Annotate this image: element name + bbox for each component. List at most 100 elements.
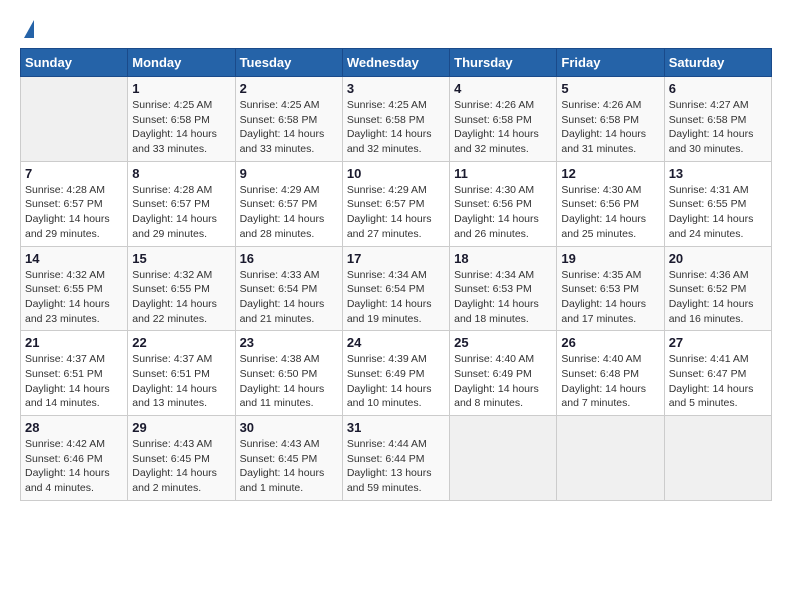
calendar-cell: 18Sunrise: 4:34 AM Sunset: 6:53 PM Dayli… (450, 246, 557, 331)
day-info: Sunrise: 4:38 AM Sunset: 6:50 PM Dayligh… (240, 352, 338, 411)
day-number: 10 (347, 166, 445, 181)
day-number: 20 (669, 251, 767, 266)
calendar-cell: 3 Sunrise: 4:25 AM Sunset: 6:58 PM Daylig… (342, 77, 449, 162)
calendar-cell: 1 Sunrise: 4:25 AM Sunset: 6:58 PM Daylig… (128, 77, 235, 162)
day-number: 30 (240, 420, 338, 435)
logo (20, 20, 34, 38)
calendar-cell: 15 Sunrise: 4:32 AM Sunset: 6:55 PM Dayli… (128, 246, 235, 331)
calendar-cell: 30 Sunrise: 4:43 AM Sunset: 6:45 PM Dayli… (235, 416, 342, 501)
day-info: Sunrise: 4:25 AM Sunset: 6:58 PM Dayligh… (132, 98, 230, 157)
day-number: 31 (347, 420, 445, 435)
day-info: Sunrise: 4:32 AM Sunset: 6:55 PM Dayligh… (132, 268, 230, 327)
calendar-cell: 10 Sunrise: 4:29 AM Sunset: 6:57 PM Dayli… (342, 161, 449, 246)
day-number: 25 (454, 335, 552, 350)
day-info: Sunrise: 4:32 AM Sunset: 6:55 PM Dayligh… (25, 268, 123, 327)
day-number: 23 (240, 335, 338, 350)
day-info: Sunrise: 4:26 AM Sunset: 6:58 PM Dayligh… (561, 98, 659, 157)
calendar-cell: 11 Sunrise: 4:30 AM Sunset: 6:56 PM Dayli… (450, 161, 557, 246)
calendar-cell: 26 Sunrise: 4:40 AM Sunset: 6:48 PM Dayli… (557, 331, 664, 416)
day-number: 26 (561, 335, 659, 350)
day-info: Sunrise: 4:36 AM Sunset: 6:52 PM Dayligh… (669, 268, 767, 327)
calendar-cell: 12 Sunrise: 4:30 AM Sunset: 6:56 PM Dayli… (557, 161, 664, 246)
day-info: Sunrise: 4:28 AM Sunset: 6:57 PM Dayligh… (132, 183, 230, 242)
day-info: Sunrise: 4:44 AM Sunset: 6:44 PM Dayligh… (347, 437, 445, 496)
day-number: 22 (132, 335, 230, 350)
calendar-body: 1 Sunrise: 4:25 AM Sunset: 6:58 PM Daylig… (21, 77, 772, 501)
calendar-cell: 5 Sunrise: 4:26 AM Sunset: 6:58 PM Daylig… (557, 77, 664, 162)
day-number: 19 (561, 251, 659, 266)
calendar-cell: 28Sunrise: 4:42 AM Sunset: 6:46 PM Dayli… (21, 416, 128, 501)
header-cell-tuesday: Tuesday (235, 49, 342, 77)
day-number: 11 (454, 166, 552, 181)
day-number: 12 (561, 166, 659, 181)
day-number: 27 (669, 335, 767, 350)
day-info: Sunrise: 4:25 AM Sunset: 6:58 PM Dayligh… (347, 98, 445, 157)
calendar-cell: 31 Sunrise: 4:44 AM Sunset: 6:44 PM Dayli… (342, 416, 449, 501)
day-info: Sunrise: 4:30 AM Sunset: 6:56 PM Dayligh… (561, 183, 659, 242)
day-number: 1 (132, 81, 230, 96)
day-info: Sunrise: 4:30 AM Sunset: 6:56 PM Dayligh… (454, 183, 552, 242)
header-cell-saturday: Saturday (664, 49, 771, 77)
day-info: Sunrise: 4:27 AM Sunset: 6:58 PM Dayligh… (669, 98, 767, 157)
day-info: Sunrise: 4:26 AM Sunset: 6:58 PM Dayligh… (454, 98, 552, 157)
calendar-cell (664, 416, 771, 501)
calendar-cell: 9 Sunrise: 4:29 AM Sunset: 6:57 PM Daylig… (235, 161, 342, 246)
day-number: 2 (240, 81, 338, 96)
day-info: Sunrise: 4:42 AM Sunset: 6:46 PM Dayligh… (25, 437, 123, 496)
logo-triangle-icon (24, 20, 34, 38)
calendar-cell: 4 Sunrise: 4:26 AM Sunset: 6:58 PM Daylig… (450, 77, 557, 162)
day-info: Sunrise: 4:43 AM Sunset: 6:45 PM Dayligh… (132, 437, 230, 496)
day-info: Sunrise: 4:33 AM Sunset: 6:54 PM Dayligh… (240, 268, 338, 327)
calendar-cell: 23 Sunrise: 4:38 AM Sunset: 6:50 PM Dayli… (235, 331, 342, 416)
day-number: 7 (25, 166, 123, 181)
calendar-cell: 7 Sunrise: 4:28 AM Sunset: 6:57 PM Daylig… (21, 161, 128, 246)
day-info: Sunrise: 4:29 AM Sunset: 6:57 PM Dayligh… (347, 183, 445, 242)
calendar-cell: 17Sunrise: 4:34 AM Sunset: 6:54 PM Dayli… (342, 246, 449, 331)
calendar-cell: 19Sunrise: 4:35 AM Sunset: 6:53 PM Dayli… (557, 246, 664, 331)
day-number: 29 (132, 420, 230, 435)
day-info: Sunrise: 4:37 AM Sunset: 6:51 PM Dayligh… (25, 352, 123, 411)
header-row: SundayMondayTuesdayWednesdayThursdayFrid… (21, 49, 772, 77)
day-number: 6 (669, 81, 767, 96)
day-info: Sunrise: 4:37 AM Sunset: 6:51 PM Dayligh… (132, 352, 230, 411)
day-number: 4 (454, 81, 552, 96)
day-info: Sunrise: 4:41 AM Sunset: 6:47 PM Dayligh… (669, 352, 767, 411)
day-number: 21 (25, 335, 123, 350)
calendar-table: SundayMondayTuesdayWednesdayThursdayFrid… (20, 48, 772, 501)
day-number: 15 (132, 251, 230, 266)
day-number: 3 (347, 81, 445, 96)
header-cell-wednesday: Wednesday (342, 49, 449, 77)
logo-blue-text (20, 20, 34, 38)
day-info: Sunrise: 4:29 AM Sunset: 6:57 PM Dayligh… (240, 183, 338, 242)
day-number: 8 (132, 166, 230, 181)
calendar-row: 28Sunrise: 4:42 AM Sunset: 6:46 PM Dayli… (21, 416, 772, 501)
day-info: Sunrise: 4:28 AM Sunset: 6:57 PM Dayligh… (25, 183, 123, 242)
header-cell-sunday: Sunday (21, 49, 128, 77)
day-number: 14 (25, 251, 123, 266)
calendar-row: 21 Sunrise: 4:37 AM Sunset: 6:51 PM Dayli… (21, 331, 772, 416)
day-number: 5 (561, 81, 659, 96)
header-cell-thursday: Thursday (450, 49, 557, 77)
calendar-cell: 21 Sunrise: 4:37 AM Sunset: 6:51 PM Dayli… (21, 331, 128, 416)
calendar-cell: 16Sunrise: 4:33 AM Sunset: 6:54 PM Dayli… (235, 246, 342, 331)
day-number: 13 (669, 166, 767, 181)
calendar-row: 14 Sunrise: 4:32 AM Sunset: 6:55 PM Dayli… (21, 246, 772, 331)
calendar-cell: 25 Sunrise: 4:40 AM Sunset: 6:49 PM Dayli… (450, 331, 557, 416)
day-info: Sunrise: 4:43 AM Sunset: 6:45 PM Dayligh… (240, 437, 338, 496)
day-number: 17 (347, 251, 445, 266)
header-cell-monday: Monday (128, 49, 235, 77)
day-info: Sunrise: 4:40 AM Sunset: 6:49 PM Dayligh… (454, 352, 552, 411)
day-info: Sunrise: 4:31 AM Sunset: 6:55 PM Dayligh… (669, 183, 767, 242)
calendar-cell: 14 Sunrise: 4:32 AM Sunset: 6:55 PM Dayli… (21, 246, 128, 331)
calendar-cell: 24Sunrise: 4:39 AM Sunset: 6:49 PM Dayli… (342, 331, 449, 416)
calendar-cell: 27 Sunrise: 4:41 AM Sunset: 6:47 PM Dayli… (664, 331, 771, 416)
calendar-row: 7 Sunrise: 4:28 AM Sunset: 6:57 PM Daylig… (21, 161, 772, 246)
day-info: Sunrise: 4:34 AM Sunset: 6:53 PM Dayligh… (454, 268, 552, 327)
header-cell-friday: Friday (557, 49, 664, 77)
calendar-cell: 22 Sunrise: 4:37 AM Sunset: 6:51 PM Dayli… (128, 331, 235, 416)
page-header (20, 20, 772, 38)
day-number: 9 (240, 166, 338, 181)
day-info: Sunrise: 4:40 AM Sunset: 6:48 PM Dayligh… (561, 352, 659, 411)
calendar-cell: 20 Sunrise: 4:36 AM Sunset: 6:52 PM Dayli… (664, 246, 771, 331)
calendar-cell (557, 416, 664, 501)
